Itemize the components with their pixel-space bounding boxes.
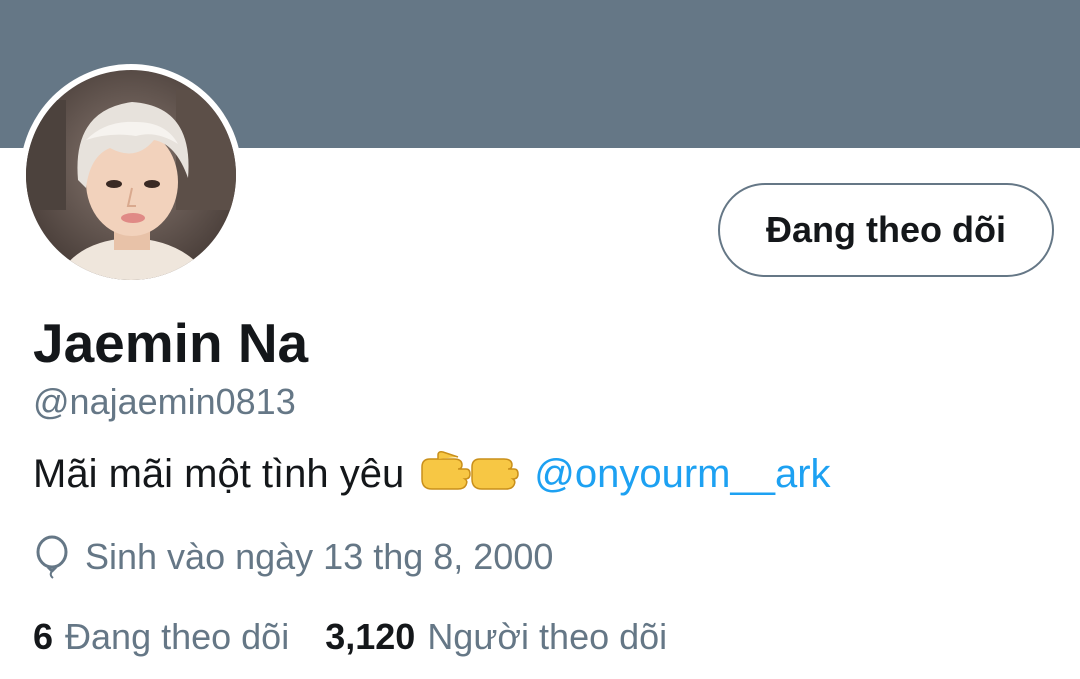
- profile-bio: Mãi mãi một tình yêu @onyourm__ark: [33, 448, 831, 500]
- birthdate-text: Sinh vào ngày 13 thg 8, 2000: [85, 536, 554, 577]
- followers-label: Người theo dõi: [427, 616, 668, 657]
- avatar-photo: [26, 70, 236, 280]
- profile-stats: 6 Đang theo dõi 3,120 Người theo dõi: [33, 614, 667, 660]
- followers-count: 3,120: [325, 616, 416, 657]
- following-stat-link[interactable]: 6 Đang theo dõi: [33, 614, 289, 660]
- following-count: 6: [33, 616, 54, 657]
- balloon-icon: [33, 535, 71, 579]
- profile-handle: @najaemin0813: [33, 381, 296, 422]
- profile-page: Đang theo dõi Jaemin Na @najaemin0813 Mã…: [0, 0, 1080, 679]
- profile-display-name: Jaemin Na: [33, 312, 309, 374]
- following-button[interactable]: Đang theo dõi: [718, 183, 1054, 277]
- bio-mention-link[interactable]: @onyourm__ark: [534, 448, 830, 500]
- profile-birthdate: Sinh vào ngày 13 thg 8, 2000: [33, 534, 553, 580]
- pointing-hands-emoji-icon: [418, 449, 520, 499]
- following-label: Đang theo dõi: [65, 616, 290, 657]
- bio-text: Mãi mãi một tình yêu: [33, 452, 405, 496]
- avatar[interactable]: [20, 64, 242, 286]
- followers-stat-link[interactable]: 3,120 Người theo dõi: [325, 614, 667, 660]
